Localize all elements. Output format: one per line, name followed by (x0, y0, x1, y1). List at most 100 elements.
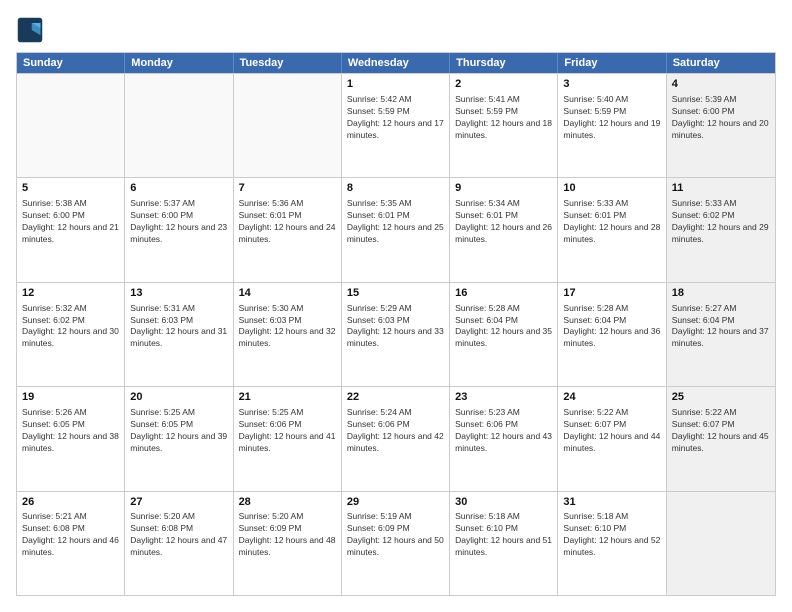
day-number: 8 (347, 181, 444, 196)
cell-text: Sunrise: 5:30 AMSunset: 6:03 PMDaylight:… (239, 303, 336, 351)
calendar-cell (667, 492, 775, 595)
calendar-cell: 17Sunrise: 5:28 AMSunset: 6:04 PMDayligh… (558, 283, 666, 386)
calendar-cell: 23Sunrise: 5:23 AMSunset: 6:06 PMDayligh… (450, 387, 558, 490)
cell-text: Sunrise: 5:33 AMSunset: 6:02 PMDaylight:… (672, 198, 770, 246)
cell-text: Sunrise: 5:33 AMSunset: 6:01 PMDaylight:… (563, 198, 660, 246)
cell-text: Sunrise: 5:41 AMSunset: 5:59 PMDaylight:… (455, 94, 552, 142)
day-number: 27 (130, 495, 227, 510)
calendar-cell: 29Sunrise: 5:19 AMSunset: 6:09 PMDayligh… (342, 492, 450, 595)
calendar-cell: 3 Sunrise: 5:40 AMSunset: 5:59 PMDaylight… (558, 74, 666, 177)
day-number: 15 (347, 286, 444, 301)
calendar-cell (17, 74, 125, 177)
calendar-cell: 14 Sunrise: 5:30 AMSunset: 6:03 PMDayligh… (234, 283, 342, 386)
cell-text: Sunrise: 5:25 AMSunset: 6:05 PMDaylight:… (130, 407, 227, 455)
calendar-cell: 26Sunrise: 5:21 AMSunset: 6:08 PMDayligh… (17, 492, 125, 595)
calendar-week: 19 Sunrise: 5:26 AMSunset: 6:05 PMDayligh… (17, 386, 775, 490)
calendar-cell: 8 Sunrise: 5:35 AMSunset: 6:01 PMDaylight… (342, 178, 450, 281)
calendar-header-cell: Saturday (667, 53, 775, 73)
day-number: 31 (563, 495, 660, 510)
calendar-header-row: SundayMondayTuesdayWednesdayThursdayFrid… (17, 53, 775, 73)
day-number: 9 (455, 181, 552, 196)
day-number: 14 (239, 286, 336, 301)
calendar-cell: 16Sunrise: 5:28 AMSunset: 6:04 PMDayligh… (450, 283, 558, 386)
calendar-cell: 21 Sunrise: 5:25 AMSunset: 6:06 PMDayligh… (234, 387, 342, 490)
calendar-week: 26Sunrise: 5:21 AMSunset: 6:08 PMDayligh… (17, 491, 775, 595)
calendar-cell: 24Sunrise: 5:22 AMSunset: 6:07 PMDayligh… (558, 387, 666, 490)
day-number: 2 (455, 77, 552, 92)
calendar: SundayMondayTuesdayWednesdayThursdayFrid… (16, 52, 776, 596)
cell-text: Sunrise: 5:36 AMSunset: 6:01 PMDaylight:… (239, 198, 336, 246)
day-number: 16 (455, 286, 552, 301)
day-number: 28 (239, 495, 336, 510)
calendar-cell: 12Sunrise: 5:32 AMSunset: 6:02 PMDayligh… (17, 283, 125, 386)
day-number: 1 (347, 77, 444, 92)
cell-text: Sunrise: 5:28 AMSunset: 6:04 PMDaylight:… (563, 303, 660, 351)
calendar-cell: 22 Sunrise: 5:24 AMSunset: 6:06 PMDayligh… (342, 387, 450, 490)
logo-icon (16, 16, 44, 44)
calendar-week: 5 Sunrise: 5:38 AMSunset: 6:00 PMDaylight… (17, 177, 775, 281)
day-number: 10 (563, 181, 660, 196)
calendar-cell: 20 Sunrise: 5:25 AMSunset: 6:05 PMDayligh… (125, 387, 233, 490)
cell-text: Sunrise: 5:27 AMSunset: 6:04 PMDaylight:… (672, 303, 770, 351)
calendar-cell: 28Sunrise: 5:20 AMSunset: 6:09 PMDayligh… (234, 492, 342, 595)
day-number: 26 (22, 495, 119, 510)
cell-text: Sunrise: 5:42 AMSunset: 5:59 PMDaylight:… (347, 94, 444, 142)
calendar-cell: 11 Sunrise: 5:33 AMSunset: 6:02 PMDayligh… (667, 178, 775, 281)
calendar-cell: 4 Sunrise: 5:39 AMSunset: 6:00 PMDaylight… (667, 74, 775, 177)
cell-text: Sunrise: 5:24 AMSunset: 6:06 PMDaylight:… (347, 407, 444, 455)
day-number: 4 (672, 77, 770, 92)
calendar-cell: 31Sunrise: 5:18 AMSunset: 6:10 PMDayligh… (558, 492, 666, 595)
calendar-week: 12Sunrise: 5:32 AMSunset: 6:02 PMDayligh… (17, 282, 775, 386)
calendar-cell (125, 74, 233, 177)
calendar-cell: 6 Sunrise: 5:37 AMSunset: 6:00 PMDaylight… (125, 178, 233, 281)
cell-text: Sunrise: 5:26 AMSunset: 6:05 PMDaylight:… (22, 407, 119, 455)
cell-text: Sunrise: 5:21 AMSunset: 6:08 PMDaylight:… (22, 511, 119, 559)
cell-text: Sunrise: 5:22 AMSunset: 6:07 PMDaylight:… (563, 407, 660, 455)
day-number: 6 (130, 181, 227, 196)
header (16, 16, 776, 44)
cell-text: Sunrise: 5:31 AMSunset: 6:03 PMDaylight:… (130, 303, 227, 351)
cell-text: Sunrise: 5:25 AMSunset: 6:06 PMDaylight:… (239, 407, 336, 455)
calendar-header-cell: Monday (125, 53, 233, 73)
calendar-cell: 19 Sunrise: 5:26 AMSunset: 6:05 PMDayligh… (17, 387, 125, 490)
day-number: 18 (672, 286, 770, 301)
day-number: 21 (239, 390, 336, 405)
cell-text: Sunrise: 5:23 AMSunset: 6:06 PMDaylight:… (455, 407, 552, 455)
calendar-cell: 5 Sunrise: 5:38 AMSunset: 6:00 PMDaylight… (17, 178, 125, 281)
day-number: 3 (563, 77, 660, 92)
day-number: 22 (347, 390, 444, 405)
calendar-cell: 30Sunrise: 5:18 AMSunset: 6:10 PMDayligh… (450, 492, 558, 595)
cell-text: Sunrise: 5:22 AMSunset: 6:07 PMDaylight:… (672, 407, 770, 455)
calendar-cell (234, 74, 342, 177)
calendar-cell: 27Sunrise: 5:20 AMSunset: 6:08 PMDayligh… (125, 492, 233, 595)
calendar-cell: 7Sunrise: 5:36 AMSunset: 6:01 PMDaylight… (234, 178, 342, 281)
cell-text: Sunrise: 5:19 AMSunset: 6:09 PMDaylight:… (347, 511, 444, 559)
cell-text: Sunrise: 5:37 AMSunset: 6:00 PMDaylight:… (130, 198, 227, 246)
day-number: 5 (22, 181, 119, 196)
day-number: 25 (672, 390, 770, 405)
calendar-body: 1 Sunrise: 5:42 AMSunset: 5:59 PMDaylight… (17, 73, 775, 595)
cell-text: Sunrise: 5:18 AMSunset: 6:10 PMDaylight:… (455, 511, 552, 559)
cell-text: Sunrise: 5:38 AMSunset: 6:00 PMDaylight:… (22, 198, 119, 246)
day-number: 11 (672, 181, 770, 196)
cell-text: Sunrise: 5:29 AMSunset: 6:03 PMDaylight:… (347, 303, 444, 351)
calendar-cell: 10 Sunrise: 5:33 AMSunset: 6:01 PMDayligh… (558, 178, 666, 281)
day-number: 19 (22, 390, 119, 405)
calendar-header-cell: Thursday (450, 53, 558, 73)
cell-text: Sunrise: 5:32 AMSunset: 6:02 PMDaylight:… (22, 303, 119, 351)
calendar-week: 1 Sunrise: 5:42 AMSunset: 5:59 PMDaylight… (17, 73, 775, 177)
calendar-cell: 25 Sunrise: 5:22 AMSunset: 6:07 PMDayligh… (667, 387, 775, 490)
day-number: 20 (130, 390, 227, 405)
cell-text: Sunrise: 5:39 AMSunset: 6:00 PMDaylight:… (672, 94, 770, 142)
logo (16, 16, 48, 44)
calendar-header-cell: Tuesday (234, 53, 342, 73)
cell-text: Sunrise: 5:35 AMSunset: 6:01 PMDaylight:… (347, 198, 444, 246)
cell-text: Sunrise: 5:34 AMSunset: 6:01 PMDaylight:… (455, 198, 552, 246)
cell-text: Sunrise: 5:18 AMSunset: 6:10 PMDaylight:… (563, 511, 660, 559)
calendar-cell: 18 Sunrise: 5:27 AMSunset: 6:04 PMDayligh… (667, 283, 775, 386)
cell-text: Sunrise: 5:40 AMSunset: 5:59 PMDaylight:… (563, 94, 660, 142)
calendar-header-cell: Friday (558, 53, 666, 73)
calendar-header-cell: Wednesday (342, 53, 450, 73)
day-number: 29 (347, 495, 444, 510)
page: SundayMondayTuesdayWednesdayThursdayFrid… (0, 0, 792, 612)
